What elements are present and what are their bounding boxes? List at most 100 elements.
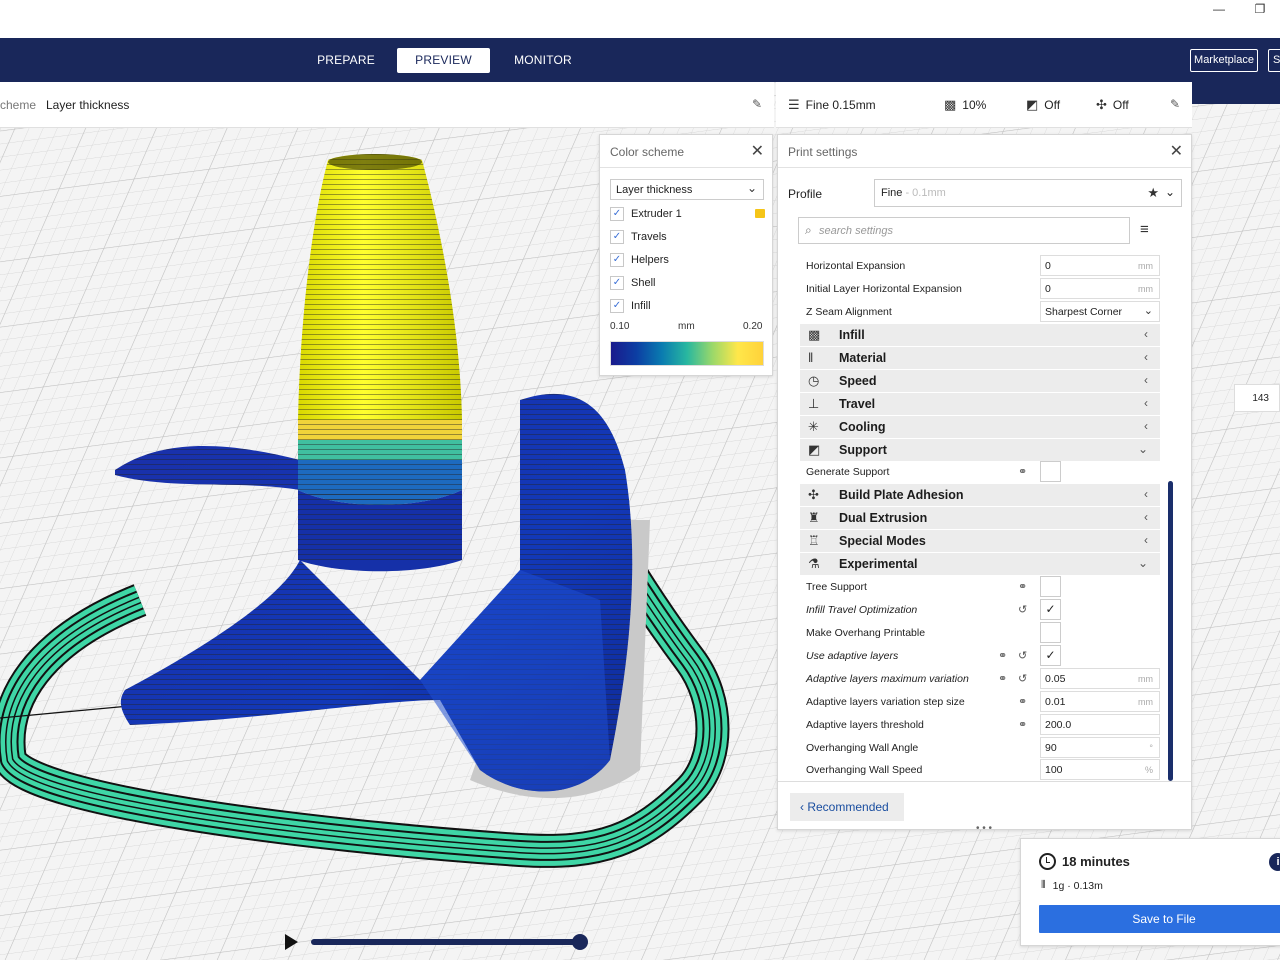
adhesion-summary[interactable]: ✣ Off [1096,97,1129,113]
material-icon: ‖ [808,350,814,365]
adhesion-icon: ✣ [1096,97,1107,112]
link-icon[interactable]: ⚭ [1018,580,1027,593]
setting-row: Adaptive layers threshold ⚭ 200.0 [798,714,1160,736]
setting-value-field[interactable]: 0.05 mm [1040,668,1160,689]
checkbox-label: Helpers [631,254,669,266]
setting-value-field[interactable]: 90 ° [1040,737,1160,758]
save-to-file-button[interactable]: Save to File [1039,905,1280,933]
special-modes-icon: ♖ [808,533,820,548]
infill-summary[interactable]: ▩ 10% [944,97,986,113]
view-scheme-label: cheme [0,98,37,112]
chevron-down-icon: ⌄ [1164,185,1175,199]
setting-value-field[interactable]: 0 mm [1040,255,1160,276]
recommended-button[interactable]: ‹ Recommended [790,793,904,821]
setting-checkbox[interactable]: ✓ [1040,645,1061,666]
link-icon[interactable]: ⚭ [998,672,1007,685]
checkbox[interactable]: ✓ [610,230,624,244]
checkbox[interactable]: ✓ [610,207,624,221]
category-infill[interactable]: ▩ Infill ‹ [800,324,1160,346]
checkbox[interactable]: ✓ [610,299,624,313]
travels-checkbox-row[interactable]: ✓ Travels [610,228,765,246]
link-icon[interactable]: ⚭ [998,649,1007,662]
tab-preview[interactable]: PREVIEW [397,48,490,73]
category-material[interactable]: ‖ Material ‹ [800,347,1160,369]
menu-icon[interactable]: ≡ [1140,221,1149,238]
cooling-icon: ✳ [808,419,819,434]
restore-button[interactable]: ❐ [1246,2,1274,18]
shell-checkbox-row[interactable]: ✓ Shell [610,274,765,292]
setting-row: Z Seam Alignment Sharpest Corner ⌄ [798,301,1160,323]
print-setup-bar[interactable]: ☰ Fine 0.15mm ▩ 10% ◩ Off ✣ Off ✎ [776,82,1192,128]
link-icon[interactable]: ⚭ [1018,718,1027,731]
helpers-checkbox-row[interactable]: ✓ Helpers [610,251,765,269]
info-icon[interactable]: i [1269,853,1280,871]
color-scheme-selected: Layer thickness [616,184,693,196]
setting-label: Adaptive layers maximum variation [806,673,969,685]
setting-unit: mm [1138,674,1153,684]
account-button[interactable]: S [1268,49,1280,72]
setting-select[interactable]: Sharpest Corner ⌄ [1040,301,1160,322]
link-icon[interactable]: ⚭ [1018,695,1027,708]
profile-summary[interactable]: ☰ Fine 0.15mm [788,97,876,113]
category-special-modes[interactable]: ♖ Special Modes ‹ [800,530,1160,552]
category-travel[interactable]: ⊥ Travel ‹ [800,393,1160,415]
view-scheme-value[interactable]: Layer thickness [46,98,129,112]
category-label: Build Plate Adhesion [839,488,964,502]
play-icon[interactable] [285,934,298,950]
tab-monitor[interactable]: MONITOR [500,48,586,73]
setting-value: 200.0 [1045,719,1072,731]
layer-slider-handle[interactable] [572,934,588,950]
color-scheme-title: Color scheme [610,145,685,159]
reset-icon[interactable]: ↺ [1018,649,1027,662]
chevron-down-icon: ⌄ [1137,556,1148,570]
setting-checkbox[interactable] [1040,461,1061,482]
setting-value-field[interactable]: 0.01 mm [1040,691,1160,712]
checkbox[interactable]: ✓ [610,276,624,290]
color-scheme-select[interactable]: Layer thickness ⌄ [610,179,764,200]
category-speed[interactable]: ◷ Speed ‹ [800,370,1160,392]
setting-row: Initial Layer Horizontal Expansion 0 mm [798,278,1160,300]
category-dual-extrusion[interactable]: ♜ Dual Extrusion ‹ [800,507,1160,529]
legend-min: 0.10 [610,321,630,332]
close-icon[interactable]: ✕ [751,141,764,161]
link-icon[interactable]: ⚭ [1018,465,1027,478]
tab-prepare[interactable]: PREPARE [302,48,390,73]
setting-checkbox[interactable] [1040,622,1061,643]
speed-icon: ◷ [808,373,820,388]
close-icon[interactable]: ✕ [1170,141,1183,161]
profile-label: Profile [788,187,823,201]
search-input[interactable]: ⌕ search settings [798,217,1130,244]
settings-scrollbar[interactable] [1168,481,1173,781]
chevron-left-icon: ‹ [1144,327,1148,341]
setting-row: Make Overhang Printable [798,622,1160,644]
category-support[interactable]: ◩ Support ⌄ [800,439,1160,461]
chevron-left-icon: ‹ [1144,510,1148,524]
marketplace-button[interactable]: Marketplace [1190,49,1258,72]
setting-value-field[interactable]: 100% [1040,759,1160,780]
star-icon[interactable]: ★ [1147,185,1159,201]
layer-slider-track[interactable] [311,939,579,945]
infill-checkbox-row[interactable]: ✓ Infill [610,297,765,315]
profile-select[interactable]: Fine - 0.1mm ★ ⌄ [874,179,1182,207]
setting-checkbox[interactable] [1040,576,1061,597]
pencil-icon[interactable]: ✎ [752,97,762,111]
category-experimental[interactable]: ⚗ Experimental ⌄ [800,553,1160,575]
setting-value-field[interactable]: 200.0 [1040,714,1160,735]
setting-row: Tree Support ⚭ [798,576,1160,598]
reset-icon[interactable]: ↺ [1018,672,1027,685]
category-cooling[interactable]: ✳ Cooling ‹ [800,416,1160,438]
setting-value-field[interactable]: 0 mm [1040,278,1160,299]
resize-grip-icon[interactable]: • • • [976,823,992,834]
category-label: Experimental [839,557,918,571]
setting-value: 0.01 [1045,696,1066,708]
layer-thickness-gradient [610,341,764,366]
pencil-icon[interactable]: ✎ [1170,97,1180,111]
checkbox[interactable]: ✓ [610,253,624,267]
support-summary[interactable]: ◩ Off [1026,97,1060,113]
setting-checkbox[interactable]: ✓ [1040,599,1061,620]
minimize-button[interactable]: — [1205,2,1233,18]
category-build-plate-adhesion[interactable]: ✣ Build Plate Adhesion ‹ [800,484,1160,506]
extruder-checkbox-row[interactable]: ✓ Extruder 1 [610,205,765,223]
reset-icon[interactable]: ↺ [1018,603,1027,616]
setting-unit: mm [1138,697,1153,707]
